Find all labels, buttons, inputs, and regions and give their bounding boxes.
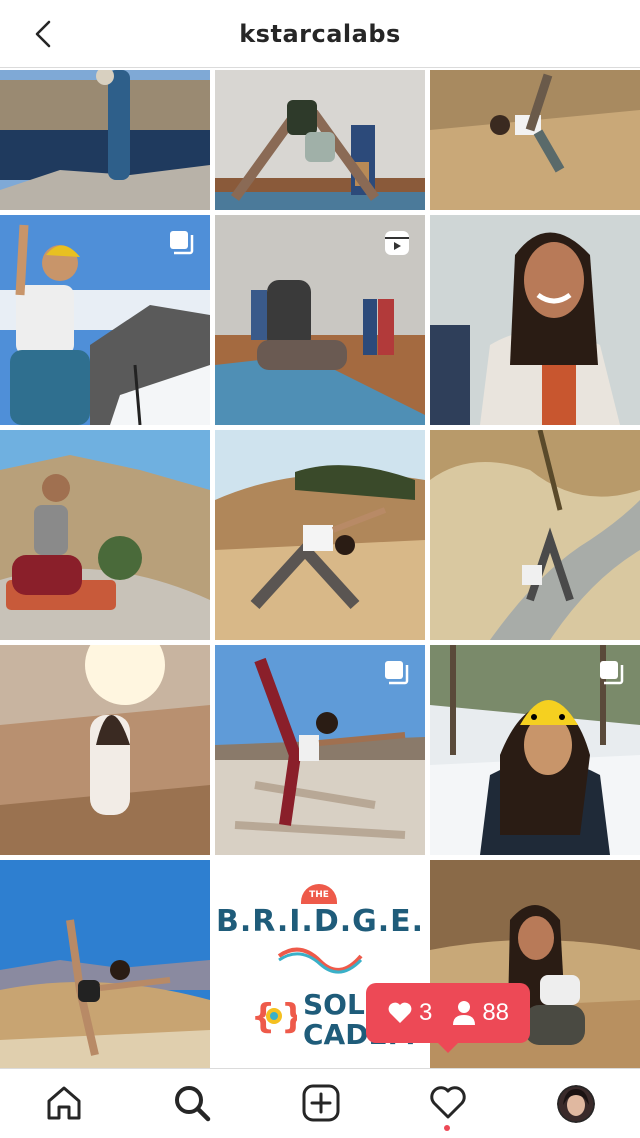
post-thumbnail[interactable] [215,215,425,425]
bottom-tab-bar [0,1068,640,1138]
post-thumbnail[interactable] [0,430,210,640]
post-thumbnail[interactable] [430,215,640,425]
photo-grass-pose [430,70,640,210]
top-header: kstarcalabs [0,0,640,68]
page-title: kstarcalabs [239,20,401,48]
person-icon [453,1001,476,1025]
followers-count: 88 [482,999,510,1026]
activity-notification-bubble[interactable]: 3 88 [366,983,530,1053]
carousel-icon [385,661,409,685]
tab-create[interactable] [299,1081,343,1125]
reels-icon [385,231,409,255]
home-icon [47,1086,81,1120]
post-thumbnail[interactable] [0,645,210,855]
post-thumbnail[interactable] [215,430,425,640]
search-icon [175,1086,211,1122]
bridge-title: B.R.I.D.G.E. [215,904,425,939]
post-thumbnail[interactable] [0,70,210,210]
photo-hill-warrior [215,430,425,640]
likes-count: 3 [418,999,433,1026]
avatar [557,1085,595,1123]
wave-graphic [277,947,363,974]
photo-badlands [0,860,210,1068]
photo-portrait [430,215,640,425]
photo-desert-rocks [0,430,210,640]
bubble-tail [438,1043,458,1053]
tab-activity[interactable] [426,1081,470,1125]
post-thumbnail[interactable] [0,860,210,1068]
post-thumbnail[interactable] [430,645,640,855]
carousel-icon [170,231,194,255]
plus-square-icon [302,1084,340,1122]
post-thumbnail[interactable] [430,430,640,640]
tab-search[interactable] [170,1081,214,1125]
post-thumbnail[interactable] [215,70,425,210]
photo-lake-pose [0,70,210,210]
heart-icon [388,1002,412,1023]
heart-icon [430,1086,466,1119]
post-thumbnail[interactable] [215,645,425,855]
tab-profile-avatar[interactable] [557,1085,595,1123]
tab-home[interactable] [42,1081,86,1125]
carousel-icon [600,661,624,685]
posts-grid: THE B.R.I.D.G.E. { } SOL CADEM [0,70,640,1068]
followers-indicator: 88 [452,999,509,1027]
likes-indicator: 3 [387,999,432,1027]
post-thumbnail[interactable] [0,215,210,425]
photo-sunburst [0,645,210,855]
sol-logo-mark: { } [251,997,297,1036]
photo-studio-downdog [215,70,425,210]
post-thumbnail[interactable] [430,70,640,210]
bridge-the-label: THE [301,884,337,904]
svg-text:}: } [281,997,297,1036]
photo-trail [430,430,640,640]
activity-dot [444,1125,450,1131]
